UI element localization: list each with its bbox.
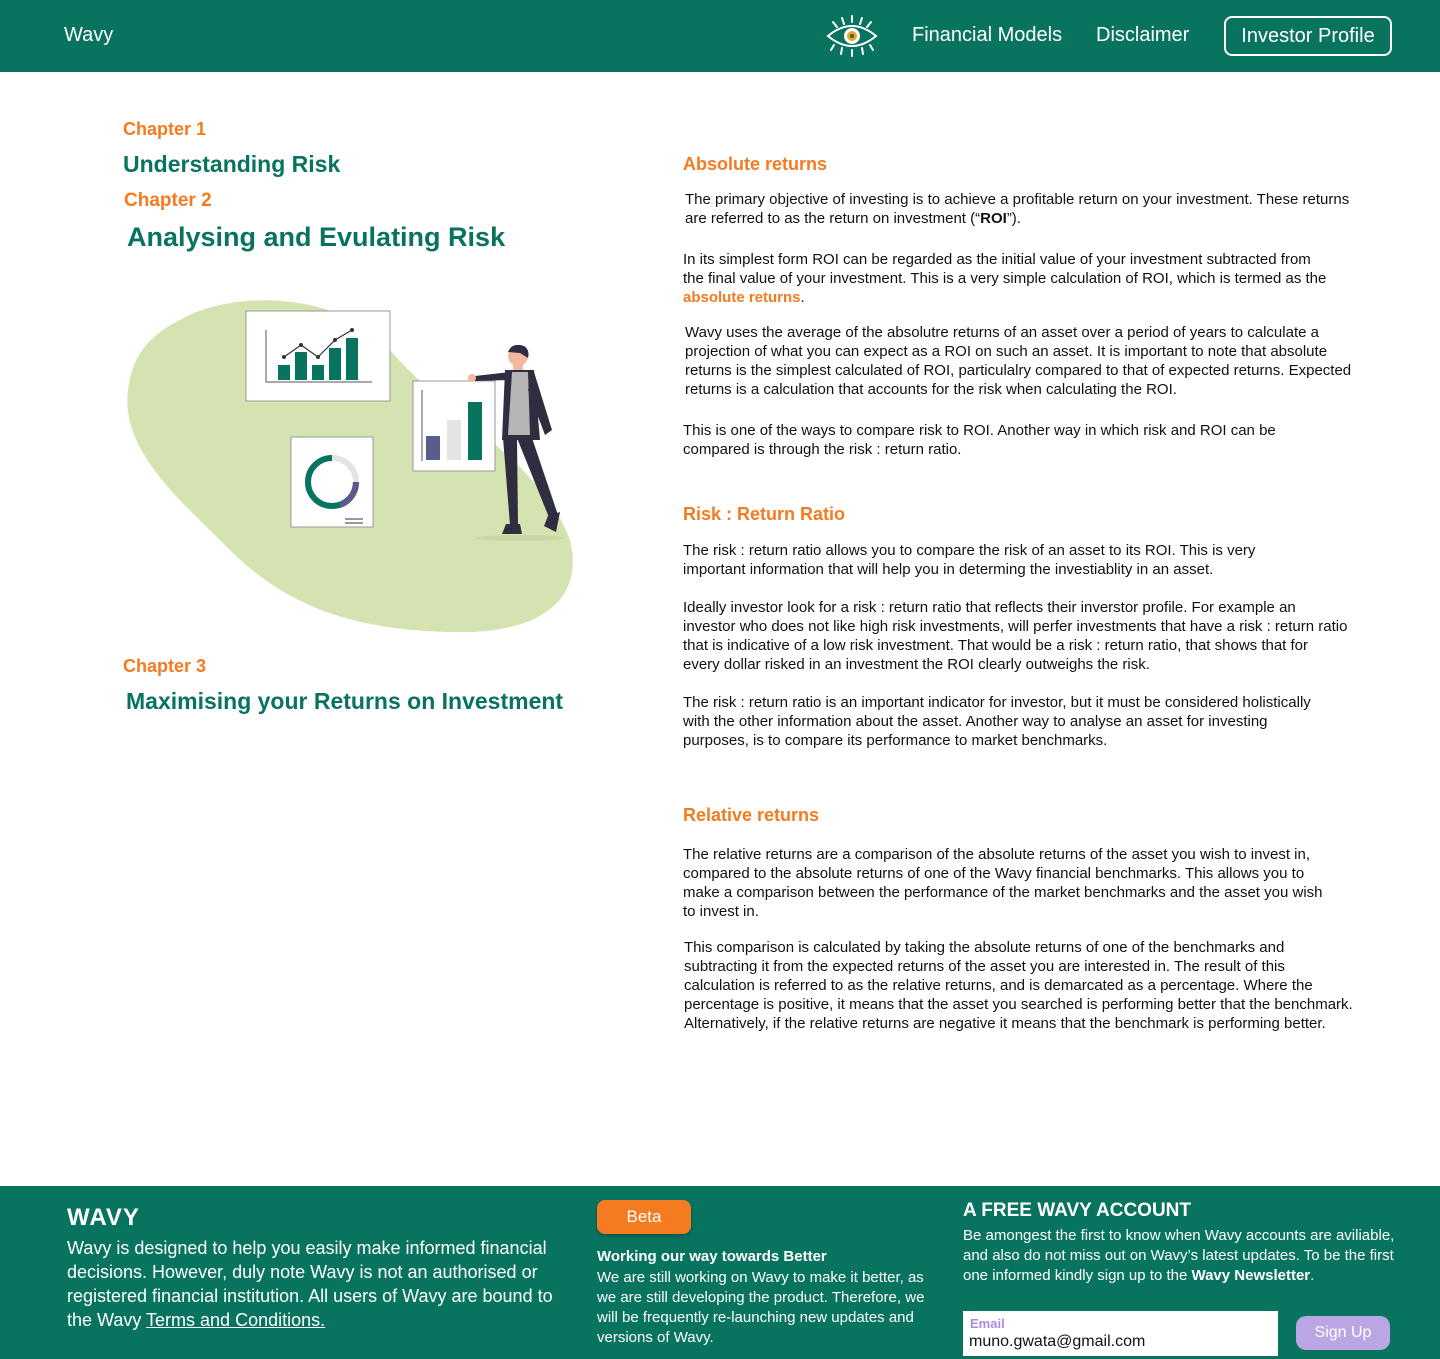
terms-link[interactable]: Terms and Conditions. bbox=[146, 1310, 325, 1330]
text-span: . bbox=[800, 289, 805, 306]
email-input[interactable] bbox=[969, 1332, 1269, 1352]
text-span: In its simplest form ROI can be regarded… bbox=[683, 251, 1327, 287]
absolute-returns-paragraph-4: This is one of the ways to compare risk … bbox=[683, 422, 1276, 458]
investor-charts-illustration bbox=[127, 300, 573, 633]
nav-financial-models[interactable]: Financial Models bbox=[912, 24, 1062, 47]
free-account-title: A FREE WAVY ACCOUNT bbox=[963, 1200, 1192, 1221]
chapter-1-label: Chapter 1 bbox=[123, 119, 207, 139]
risk-return-heading-text: Risk : Return Ratio bbox=[683, 504, 846, 524]
beta-badge-button[interactable]: Beta bbox=[597, 1200, 691, 1234]
absolute-returns-paragraph-1: The primary objective of investing is to… bbox=[685, 190, 1350, 228]
text-span: . bbox=[1310, 1267, 1315, 1284]
absolute-returns-heading: Absolute returns bbox=[683, 154, 839, 178]
absolute-returns-paragraph-3: Wavy uses the average of the absolutre r… bbox=[685, 324, 1352, 398]
email-field[interactable]: Email bbox=[963, 1311, 1278, 1356]
top-navbar: Wavy Financial Models Disclaimer Investo… bbox=[0, 0, 1440, 72]
chapter-2-label: Chapter 2 bbox=[124, 190, 212, 211]
brand-name[interactable]: Wavy bbox=[64, 24, 113, 47]
line-bar-chart-card bbox=[245, 310, 391, 402]
newsletter-bold: Wavy Newsletter bbox=[1191, 1267, 1311, 1284]
text-span: Be amongest the first to know when Wavy … bbox=[963, 1227, 1395, 1284]
footer-mid-title: Working our way towards Better bbox=[597, 1248, 827, 1265]
absolute-returns-paragraph-2: In its simplest form ROI can be regarded… bbox=[683, 250, 1333, 307]
investor-profile-button[interactable]: Investor Profile bbox=[1224, 16, 1392, 56]
relative-returns-paragraph-2: This comparison is calculated by taking … bbox=[684, 939, 1353, 1032]
free-account-text: Be amongest the first to know when Wavy … bbox=[963, 1226, 1403, 1286]
eye-icon[interactable] bbox=[824, 14, 880, 58]
absolute-returns-accent: absolute returns bbox=[683, 289, 801, 306]
footer: WAVY Wavy is designed to help you easily… bbox=[0, 1186, 1440, 1359]
email-label: Email bbox=[970, 1316, 1005, 1331]
footer-brand: WAVY bbox=[67, 1204, 140, 1231]
risk-return-paragraph-3: The risk : return ratio is an important … bbox=[683, 694, 1311, 749]
relative-returns-heading: Relative returns bbox=[683, 805, 840, 829]
chapter-2-title[interactable]: Analysing and Evulating Risk bbox=[127, 222, 505, 253]
chapter-1-title[interactable]: Understanding Risk bbox=[123, 151, 340, 178]
absolute-returns-heading-text: Absolute returns bbox=[683, 154, 828, 174]
risk-return-paragraph-1: The risk : return ratio allows you to co… bbox=[683, 542, 1256, 578]
footer-description: Wavy is designed to help you easily make… bbox=[67, 1236, 567, 1332]
bar-chart-card bbox=[412, 380, 496, 472]
roi-bold: ROI bbox=[980, 210, 1007, 227]
relative-returns-paragraph-1: The relative returns are a comparison of… bbox=[683, 846, 1323, 920]
chapter-3-label: Chapter 3 bbox=[123, 656, 207, 676]
risk-return-heading: Risk : Return Ratio bbox=[683, 504, 857, 528]
footer-mid-text: We are still working on Wavy to make it … bbox=[597, 1269, 925, 1346]
donut-chart-card bbox=[290, 436, 374, 528]
relative-returns-heading-text: Relative returns bbox=[683, 805, 820, 825]
sign-up-button[interactable]: Sign Up bbox=[1296, 1316, 1390, 1350]
chapter-3-title[interactable]: Maximising your Returns on Investment bbox=[126, 688, 563, 715]
text-span: ”). bbox=[1006, 210, 1021, 227]
risk-return-paragraph-2: Ideally investor look for a risk : retur… bbox=[683, 599, 1348, 673]
nav-disclaimer[interactable]: Disclaimer bbox=[1096, 24, 1189, 47]
